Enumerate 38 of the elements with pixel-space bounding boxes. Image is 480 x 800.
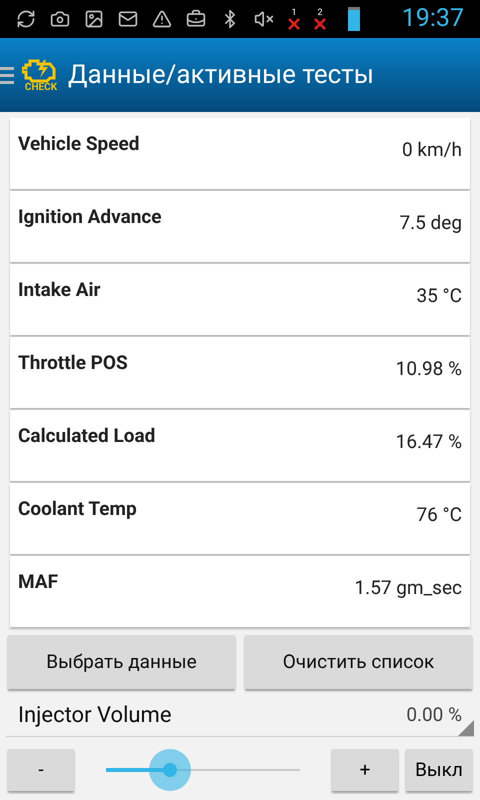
- no-signal-icon: [288, 18, 300, 30]
- page-title: Данные/активные тесты: [68, 58, 374, 92]
- camera-icon: [50, 9, 70, 29]
- reading-name: Intake Air: [18, 277, 101, 303]
- sim-number: 1: [291, 8, 297, 18]
- reading-name: MAF: [18, 569, 58, 595]
- reading-value: 76 °C: [416, 502, 462, 528]
- reading-name: Throttle POS: [18, 350, 128, 376]
- reading-value: 1.57 gm_sec: [354, 575, 462, 601]
- reading-name: Calculated Load: [18, 423, 156, 449]
- increase-button[interactable]: +: [332, 749, 398, 791]
- reading-value: 35 °C: [416, 283, 462, 309]
- reading-name: Coolant Temp: [18, 496, 137, 522]
- sim-number: 2: [317, 8, 323, 18]
- decrease-button[interactable]: -: [8, 749, 74, 791]
- menu-icon[interactable]: [0, 66, 14, 84]
- logo-text: CHECK: [24, 83, 58, 93]
- reading-value: 7.5 deg: [399, 210, 462, 236]
- sync-icon: [16, 9, 36, 29]
- battery-icon: [348, 7, 360, 31]
- reading-name: Ignition Advance: [18, 204, 162, 230]
- off-button[interactable]: Выкл: [406, 749, 472, 791]
- reading-value: 16.47 %: [396, 429, 462, 455]
- test-name: Injector Volume: [18, 702, 172, 730]
- no-signal-icon: [314, 18, 326, 30]
- reading-value: 10.98 %: [396, 356, 462, 382]
- test-value: 0.00 %: [406, 702, 462, 728]
- image-icon: [84, 9, 104, 29]
- mail-icon: [118, 9, 138, 29]
- slider-thumb[interactable]: [149, 749, 192, 791]
- reading-name: Vehicle Speed: [18, 131, 140, 157]
- clock: 19:37: [402, 3, 464, 36]
- briefcase-icon: [186, 9, 206, 29]
- mute-icon: [254, 9, 274, 29]
- action-button[interactable]: Выбрать данные: [8, 635, 235, 689]
- warning-icon: [152, 9, 172, 29]
- action-button[interactable]: Очистить список: [245, 635, 472, 689]
- reading-value: 0 km/h: [402, 137, 462, 163]
